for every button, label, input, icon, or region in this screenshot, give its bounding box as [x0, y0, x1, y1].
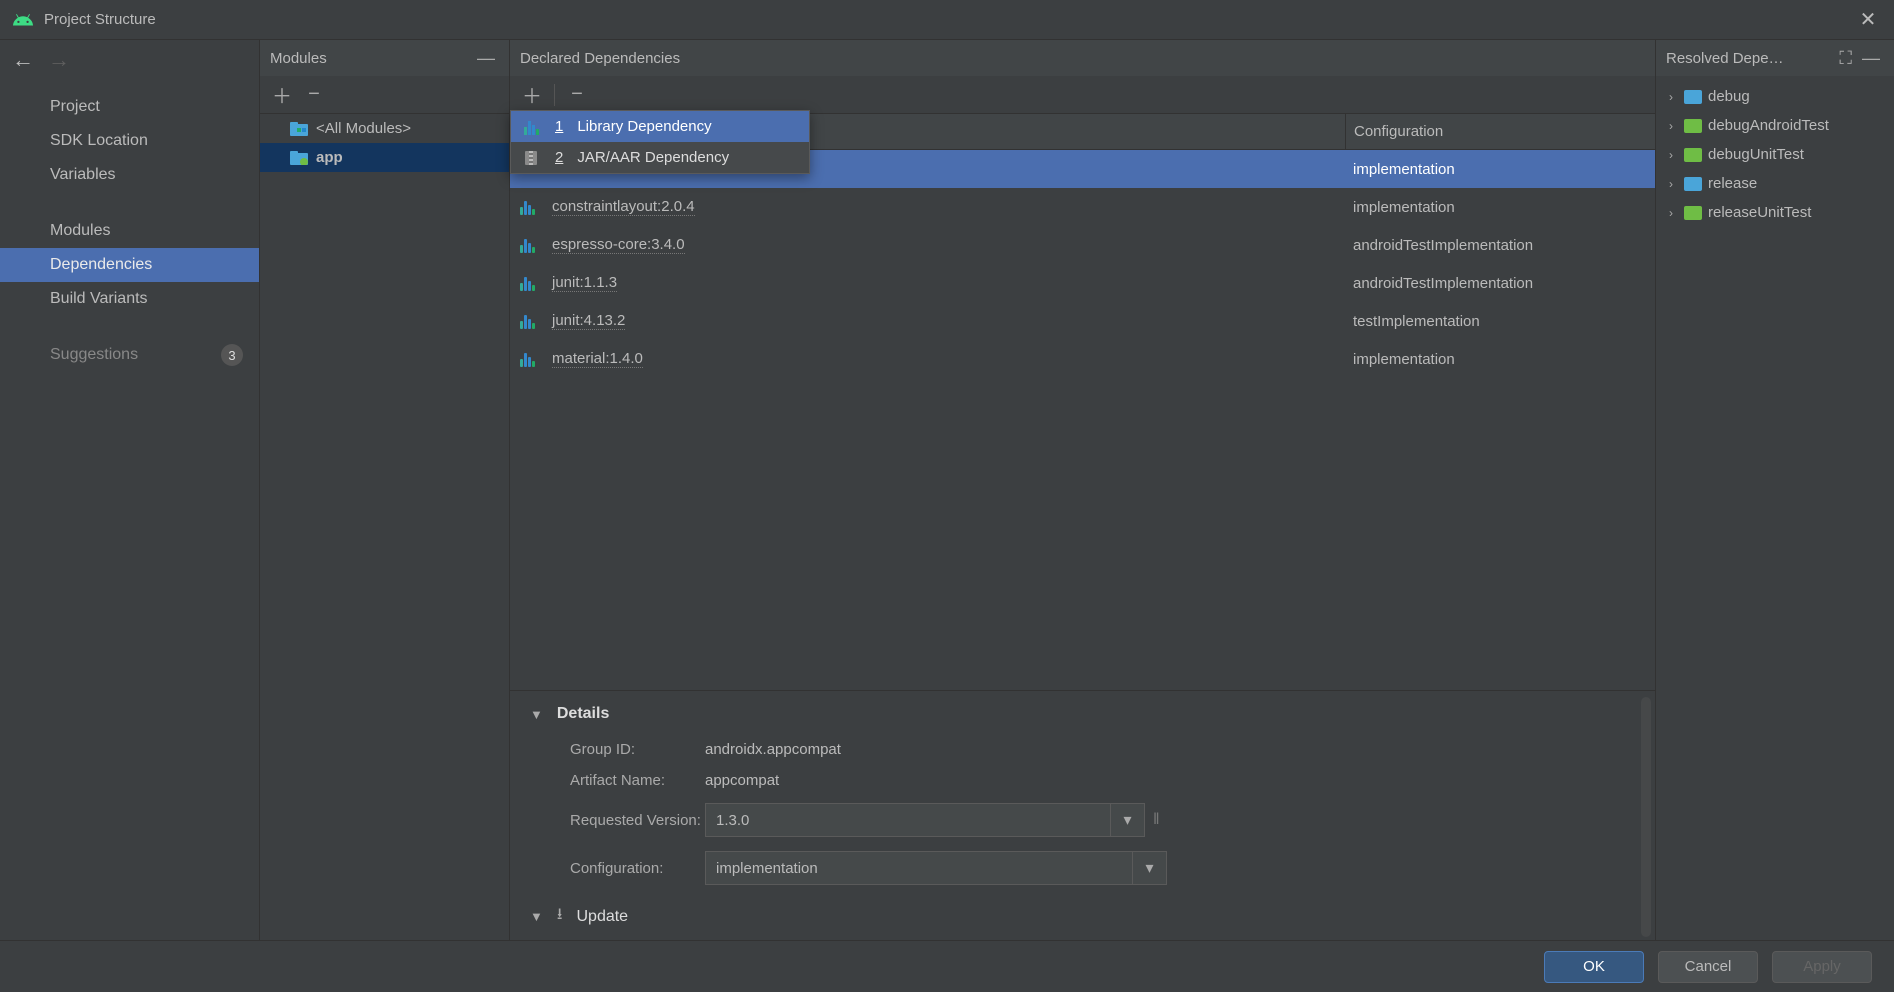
- label-configuration: Configuration:: [530, 860, 705, 877]
- value-group-id: androidx.appcompat: [705, 741, 841, 758]
- folder-icon: [1684, 177, 1702, 191]
- library-icon: [520, 199, 542, 215]
- version-dropdown-button[interactable]: ▾: [1111, 803, 1145, 837]
- module-all[interactable]: <All Modules>: [260, 114, 509, 143]
- update-header[interactable]: ▼ ⭳ Update: [530, 903, 1635, 930]
- resolved-tree: › debug › debugAndroidTest › debugUnitTe…: [1656, 76, 1894, 227]
- modules-panel: Modules — ＋ − <All Modules> app: [260, 40, 510, 940]
- dep-row-constraintlayout[interactable]: constraintlayout:2.0.4 implementation: [510, 188, 1655, 226]
- tree-release-unit-test[interactable]: › releaseUnitTest: [1656, 198, 1894, 227]
- minimize-icon[interactable]: —: [1858, 48, 1884, 69]
- requested-version-input[interactable]: [705, 803, 1111, 837]
- tree-debug-android-test[interactable]: › debugAndroidTest: [1656, 111, 1894, 140]
- chevron-down-icon[interactable]: ▼: [530, 707, 543, 722]
- folder-icon: [1684, 90, 1702, 104]
- download-icon: ⭳: [557, 903, 563, 930]
- nav-history: ← →: [0, 40, 259, 80]
- dep-row-junit-androidtest[interactable]: junit:1.1.3 androidTestImplementation: [510, 264, 1655, 302]
- popup-jar-aar-dependency[interactable]: 2 JAR/AAR Dependency: [511, 142, 809, 173]
- nav-project[interactable]: Project: [0, 90, 259, 124]
- cancel-button[interactable]: Cancel: [1658, 951, 1758, 983]
- configuration-combo[interactable]: [705, 851, 1133, 885]
- archive-icon: [521, 150, 541, 166]
- module-app[interactable]: app: [260, 143, 509, 172]
- app-folder-icon: [290, 151, 308, 165]
- drag-handle-icon[interactable]: ‖: [1153, 811, 1165, 829]
- modules-toolbar: ＋ −: [260, 76, 509, 114]
- resolved-deps-panel: Resolved Depe… ⛶ — › debug › debugAndroi…: [1656, 40, 1894, 940]
- nav-dependencies[interactable]: Dependencies: [0, 248, 259, 282]
- value-artifact: appcompat: [705, 772, 779, 789]
- minimize-icon[interactable]: —: [473, 48, 499, 69]
- folder-icon: [1684, 206, 1702, 220]
- chevron-down-icon[interactable]: ▼: [530, 909, 543, 924]
- android-logo-icon: [12, 9, 34, 31]
- modules-header: Modules —: [260, 40, 509, 76]
- library-icon: [520, 237, 542, 253]
- chevron-right-icon[interactable]: ›: [1664, 177, 1678, 191]
- details-header[interactable]: ▼ Details: [530, 705, 1635, 723]
- label-group-id: Group ID:: [530, 741, 705, 758]
- remove-module-button[interactable]: −: [298, 81, 330, 109]
- nav-sdk-location[interactable]: SDK Location: [0, 124, 259, 158]
- popup-library-dependency[interactable]: 1 Library Dependency: [511, 111, 809, 142]
- tree-debug[interactable]: › debug: [1656, 82, 1894, 111]
- forward-arrow-icon: →: [48, 47, 70, 73]
- dep-row-espresso[interactable]: espresso-core:3.4.0 androidTestImplement…: [510, 226, 1655, 264]
- nav-suggestions[interactable]: Suggestions 3: [0, 338, 259, 372]
- settings-icon[interactable]: ⛶: [1835, 48, 1856, 69]
- nav-variables[interactable]: Variables: [0, 158, 259, 192]
- modules-folder-icon: [290, 122, 308, 136]
- details-pane: ▼ Details Group ID: androidx.appcompat A…: [510, 690, 1655, 940]
- label-version: Requested Version:: [530, 812, 705, 829]
- library-icon: [520, 275, 542, 291]
- library-icon: [520, 313, 542, 329]
- left-nav: ← → Project SDK Location Variables Modul…: [0, 40, 260, 940]
- tree-debug-unit-test[interactable]: › debugUnitTest: [1656, 140, 1894, 169]
- dependencies-panel: Declared Dependencies ＋ −: [510, 40, 1656, 940]
- add-module-button[interactable]: ＋: [266, 81, 298, 109]
- library-icon: [520, 351, 542, 367]
- suggestions-badge: 3: [221, 344, 243, 366]
- remove-dependency-button[interactable]: −: [561, 81, 593, 109]
- add-dependency-popup: 1 Library Dependency 2 JAR/AAR Dependenc…: [510, 110, 810, 174]
- column-configuration[interactable]: Configuration: [1345, 114, 1655, 149]
- close-icon[interactable]: ✕: [1854, 7, 1882, 32]
- library-icon: [521, 119, 541, 135]
- scrollbar[interactable]: [1641, 697, 1651, 937]
- chevron-right-icon[interactable]: ›: [1664, 90, 1678, 104]
- declared-deps-header: Declared Dependencies: [510, 40, 1655, 76]
- deps-toolbar: ＋ −: [510, 76, 1655, 114]
- back-arrow-icon[interactable]: ←: [12, 47, 34, 73]
- window-title: Project Structure: [44, 11, 156, 28]
- dep-row-material[interactable]: material:1.4.0 implementation: [510, 340, 1655, 378]
- chevron-right-icon[interactable]: ›: [1664, 148, 1678, 162]
- label-artifact: Artifact Name:: [530, 772, 705, 789]
- nav-modules[interactable]: Modules: [0, 214, 259, 248]
- folder-icon: [1684, 148, 1702, 162]
- ok-button[interactable]: OK: [1544, 951, 1644, 983]
- configuration-dropdown-button[interactable]: ▾: [1133, 851, 1167, 885]
- resolved-deps-header: Resolved Depe… ⛶ —: [1656, 40, 1894, 76]
- folder-icon: [1684, 119, 1702, 133]
- nav-build-variants[interactable]: Build Variants: [0, 282, 259, 316]
- add-dependency-button[interactable]: ＋: [516, 81, 548, 109]
- chevron-right-icon[interactable]: ›: [1664, 119, 1678, 133]
- tree-release[interactable]: › release: [1656, 169, 1894, 198]
- dep-row-junit-test[interactable]: junit:4.13.2 testImplementation: [510, 302, 1655, 340]
- bottom-bar: OK Cancel Apply: [0, 940, 1894, 992]
- apply-button: Apply: [1772, 951, 1872, 983]
- chevron-right-icon[interactable]: ›: [1664, 206, 1678, 220]
- titlebar: Project Structure ✕: [0, 0, 1894, 40]
